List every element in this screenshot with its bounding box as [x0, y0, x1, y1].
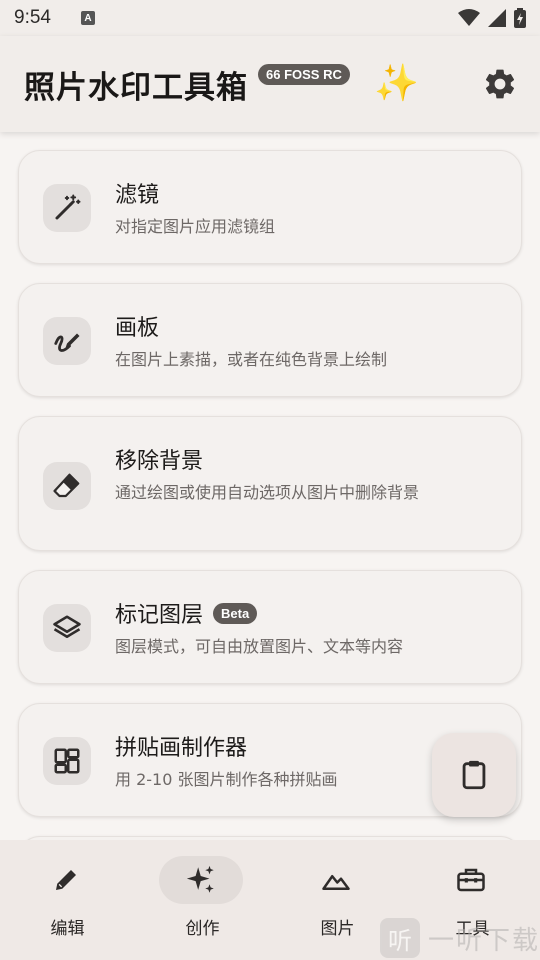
battery-icon: [514, 8, 526, 28]
nav-label: 创作: [185, 919, 220, 939]
card-icon-container: [43, 604, 91, 652]
nav-item-edit[interactable]: 编辑: [0, 840, 135, 960]
card-description: 图层模式，可自由放置图片、文本等内容: [115, 637, 404, 656]
card-icon-container: [43, 737, 91, 785]
card-title: 滤镜: [115, 183, 160, 208]
gear-icon: [485, 69, 515, 99]
toolbox-icon: [457, 868, 485, 892]
card-description: 通过绘图或使用自动选项从图片中删除背景: [115, 483, 420, 502]
card-icon-container: [43, 462, 91, 510]
app-header: 照片水印工具箱 66 FOSS RC ✨: [0, 36, 540, 132]
status-time: 9:54: [14, 7, 51, 28]
card-title-text: 标记图层: [115, 603, 204, 628]
magic-wand-icon: [55, 194, 81, 220]
draw-pen-icon: [54, 333, 80, 352]
card-icon-container: [43, 317, 91, 365]
card-description: 用 2-10 张图片制作各种拼贴画: [115, 770, 338, 789]
watermark-text: 一听下载: [428, 925, 540, 956]
mountain-image-icon: [322, 875, 350, 890]
collage-grid-icon: [54, 748, 80, 774]
card-drawing-board[interactable]: 画板 在图片上素描，或者在纯色背景上绘制: [18, 283, 522, 397]
card-title: 标记图层 Beta: [115, 597, 258, 629]
card-remove-background[interactable]: 移除背景 通过绘图或使用自动选项从图片中删除背景: [18, 416, 522, 551]
nav-item-create[interactable]: 创作: [135, 840, 270, 960]
paste-fab-button[interactable]: [432, 733, 516, 817]
watermark-logo: 听: [380, 918, 420, 958]
signal-icon: [488, 9, 506, 27]
pencil-icon: [56, 870, 76, 890]
eraser-icon: [53, 473, 80, 498]
nav-pill: [294, 856, 378, 904]
settings-button[interactable]: [482, 66, 518, 102]
nav-pill: [24, 856, 108, 904]
beta-badge: Beta: [213, 602, 258, 624]
nav-pill-active: [159, 856, 243, 904]
site-watermark: 听 一听下载: [380, 916, 540, 960]
notification-icon: A: [80, 11, 95, 25]
sparkles-icon: [186, 865, 214, 893]
app-title: 照片水印工具箱: [24, 69, 248, 106]
version-badge: 66 FOSS RC: [258, 64, 350, 85]
layers-icon: [53, 615, 81, 638]
nav-pill: [429, 856, 513, 904]
card-markup-layers[interactable]: 标记图层 Beta 图层模式，可自由放置图片、文本等内容: [18, 570, 522, 684]
status-bar: 9:54 A: [0, 0, 540, 36]
status-indicators: [458, 8, 526, 28]
nav-label: 编辑: [50, 919, 85, 939]
sparkle-emoji: ✨: [374, 63, 419, 104]
clipboard-icon: [462, 760, 486, 790]
wifi-icon: [458, 9, 480, 26]
card-description: 在图片上素描，或者在纯色背景上绘制: [115, 350, 388, 369]
card-description: 对指定图片应用滤镜组: [115, 217, 276, 236]
card-title: 画板: [115, 316, 160, 341]
card-title: 拼贴画制作器: [115, 736, 248, 761]
card-filter[interactable]: 滤镜 对指定图片应用滤镜组: [18, 150, 522, 264]
card-title: 移除背景: [115, 449, 204, 474]
card-icon-container: [43, 184, 91, 232]
